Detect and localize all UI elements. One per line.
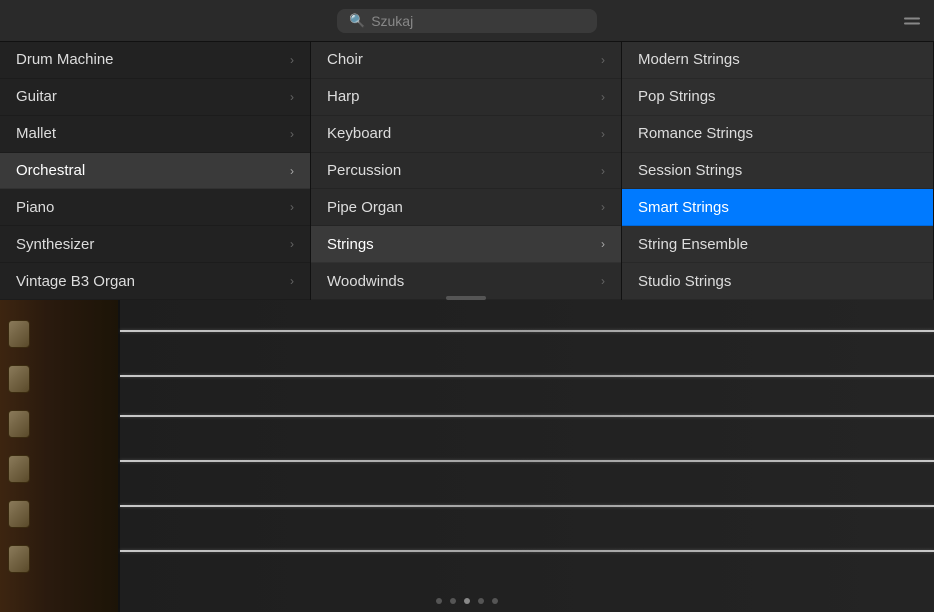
subcategory-label: Keyboard bbox=[327, 125, 391, 142]
category-label: Mallet bbox=[16, 125, 56, 142]
chevron-icon: › bbox=[290, 127, 294, 141]
item-session-strings[interactable]: Session Strings bbox=[622, 153, 933, 190]
menu-line-1 bbox=[904, 17, 920, 19]
item-string-ensemble[interactable]: String Ensemble bbox=[622, 226, 933, 263]
subcategory-label: Harp bbox=[327, 88, 360, 105]
subcategory-label: Woodwinds bbox=[327, 273, 404, 290]
dot-1 bbox=[436, 598, 442, 604]
item-label: Session Strings bbox=[638, 162, 742, 179]
guitar-string-5 bbox=[120, 505, 934, 507]
subcategory-label: Pipe Organ bbox=[327, 199, 403, 216]
search-bar: 🔍 bbox=[0, 0, 934, 42]
guitar-area bbox=[0, 300, 934, 612]
page-indicator bbox=[0, 598, 934, 604]
menu-icon[interactable] bbox=[904, 17, 920, 24]
item-label: Smart Strings bbox=[638, 199, 729, 216]
category-label: Guitar bbox=[16, 88, 57, 105]
chevron-icon: › bbox=[601, 237, 605, 251]
subcategory-column: Choir›Harp›Keyboard›Percussion›Pipe Orga… bbox=[311, 42, 622, 300]
chevron-icon: › bbox=[601, 53, 605, 67]
guitar-string-1 bbox=[120, 330, 934, 332]
item-pop-strings[interactable]: Pop Strings bbox=[622, 79, 933, 116]
category-item-drum-machine[interactable]: Drum Machine › bbox=[0, 42, 310, 79]
chevron-icon: › bbox=[290, 274, 294, 288]
subcategory-item-woodwinds[interactable]: Woodwinds › bbox=[311, 263, 621, 300]
chevron-icon: › bbox=[601, 127, 605, 141]
chevron-icon: › bbox=[290, 164, 294, 178]
subcategory-item-keyboard[interactable]: Keyboard › bbox=[311, 116, 621, 153]
category-label: Vintage B3 Organ bbox=[16, 273, 135, 290]
subcategory-label: Choir bbox=[327, 51, 363, 68]
tuning-peg-2 bbox=[8, 365, 30, 393]
category-item-guitar[interactable]: Guitar › bbox=[0, 79, 310, 116]
dot-2 bbox=[450, 598, 456, 604]
chevron-icon: › bbox=[290, 237, 294, 251]
chevron-icon: › bbox=[290, 90, 294, 104]
subcategory-item-pipe-organ[interactable]: Pipe Organ › bbox=[311, 189, 621, 226]
item-label: String Ensemble bbox=[638, 236, 748, 253]
subcategory-item-choir[interactable]: Choir › bbox=[311, 42, 621, 79]
category-label: Drum Machine bbox=[16, 51, 114, 68]
menu-area: Drum Machine›Guitar›Mallet›Orchestral›Pi… bbox=[0, 42, 934, 300]
item-romance-strings[interactable]: Romance Strings bbox=[622, 116, 933, 153]
dot-4 bbox=[478, 598, 484, 604]
search-input[interactable] bbox=[371, 13, 585, 29]
item-smart-strings[interactable]: Smart Strings bbox=[622, 189, 933, 226]
subcategory-item-percussion[interactable]: Percussion › bbox=[311, 153, 621, 190]
tuning-peg-6 bbox=[8, 545, 30, 573]
guitar-background bbox=[0, 300, 934, 612]
tuning-peg-3 bbox=[8, 410, 30, 438]
subcategory-label: Percussion bbox=[327, 162, 401, 179]
tuning-peg-5 bbox=[8, 500, 30, 528]
category-item-orchestral[interactable]: Orchestral › bbox=[0, 153, 310, 190]
category-item-vintage-b3-organ[interactable]: Vintage B3 Organ › bbox=[0, 263, 310, 300]
category-item-piano[interactable]: Piano › bbox=[0, 189, 310, 226]
guitar-string-3 bbox=[120, 415, 934, 417]
subcategory-item-strings[interactable]: Strings › bbox=[311, 226, 621, 263]
item-studio-strings[interactable]: Studio Strings bbox=[622, 263, 933, 300]
dot-3 bbox=[464, 598, 470, 604]
guitar-string-2 bbox=[120, 375, 934, 377]
category-label: Synthesizer bbox=[16, 236, 94, 253]
chevron-icon: › bbox=[601, 200, 605, 214]
tuning-peg-1 bbox=[8, 320, 30, 348]
item-label: Romance Strings bbox=[638, 125, 753, 142]
search-field-container[interactable]: 🔍 bbox=[337, 9, 597, 33]
category-label: Orchestral bbox=[16, 162, 85, 179]
chevron-icon: › bbox=[601, 274, 605, 288]
item-label: Studio Strings bbox=[638, 273, 731, 290]
guitar-string-6 bbox=[120, 550, 934, 552]
dot-5 bbox=[492, 598, 498, 604]
tuning-peg-4 bbox=[8, 455, 30, 483]
search-icon: 🔍 bbox=[349, 13, 365, 29]
menu-line-2 bbox=[904, 22, 920, 24]
guitar-neck bbox=[0, 300, 120, 612]
item-label: Pop Strings bbox=[638, 88, 716, 105]
item-modern-strings[interactable]: Modern Strings bbox=[622, 42, 933, 79]
scroll-handle bbox=[446, 296, 486, 300]
chevron-icon: › bbox=[290, 200, 294, 214]
chevron-icon: › bbox=[290, 53, 294, 67]
subcategory-item-harp[interactable]: Harp › bbox=[311, 79, 621, 116]
guitar-string-4 bbox=[120, 460, 934, 462]
item-label: Modern Strings bbox=[638, 51, 740, 68]
category-item-mallet[interactable]: Mallet › bbox=[0, 116, 310, 153]
subcategory-label: Strings bbox=[327, 236, 374, 253]
category-column: Drum Machine›Guitar›Mallet›Orchestral›Pi… bbox=[0, 42, 311, 300]
category-item-synthesizer[interactable]: Synthesizer › bbox=[0, 226, 310, 263]
chevron-icon: › bbox=[601, 90, 605, 104]
chevron-icon: › bbox=[601, 164, 605, 178]
item-column: Modern Strings Pop Strings Romance Strings… bbox=[622, 42, 934, 300]
category-label: Piano bbox=[16, 199, 54, 216]
